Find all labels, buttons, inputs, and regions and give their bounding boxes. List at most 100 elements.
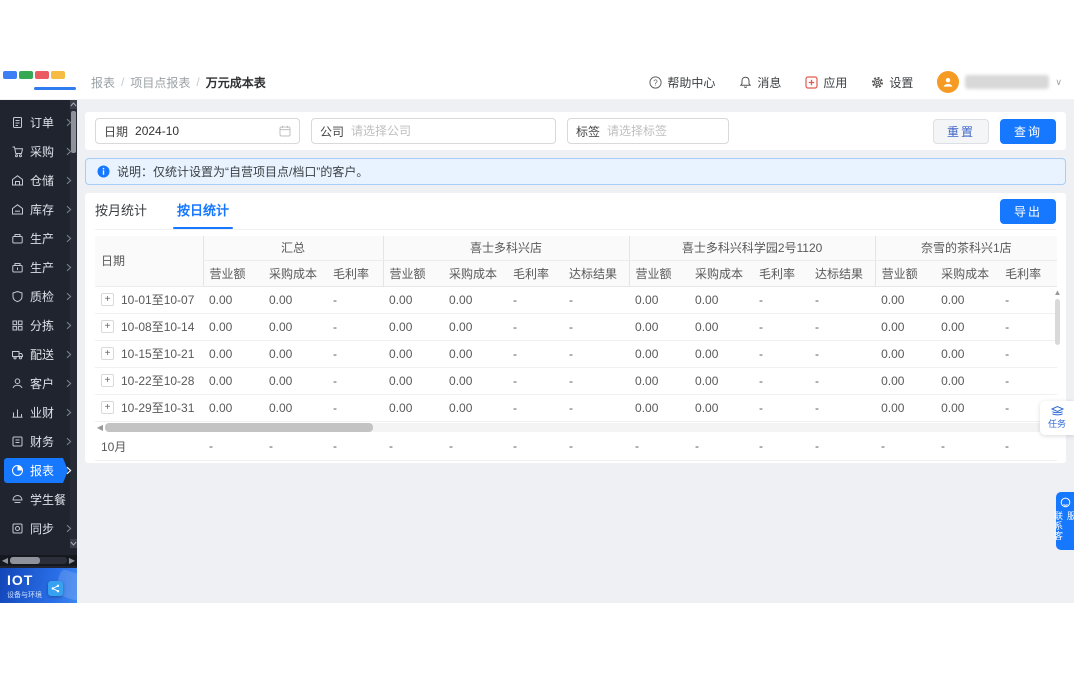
sidebar-item-warehouse[interactable]: 仓储 <box>0 166 77 195</box>
expand-icon[interactable]: + <box>101 293 114 306</box>
cell: - <box>563 367 630 395</box>
messages-button[interactable]: 消息 <box>739 74 781 91</box>
reset-button[interactable]: 重置 <box>932 118 989 144</box>
sidebar-item-customer[interactable]: 客户 <box>0 369 77 398</box>
breadcrumb-item[interactable]: 报表 <box>91 74 115 91</box>
breadcrumb: 报表 / 项目点报表 / 万元成本表 <box>91 74 266 91</box>
scroll-track[interactable] <box>105 422 1046 432</box>
summary-cell: - <box>753 432 809 461</box>
tab-daily[interactable]: 按日统计 <box>173 200 234 229</box>
cell: 0.00 <box>935 313 1000 341</box>
sidebar-item-report[interactable]: 报表 <box>0 456 77 485</box>
scroll-up-icon[interactable]: ▲ <box>1053 288 1062 297</box>
summary-cell: - <box>629 432 689 461</box>
share-icon <box>48 581 63 596</box>
sidebar-item-delivery[interactable]: 配送 <box>0 340 77 369</box>
help-center-button[interactable]: ? 帮助中心 <box>649 74 715 91</box>
sidebar-item-production[interactable]: 生产 <box>0 224 77 253</box>
user-menu[interactable]: ∨ <box>937 71 1062 93</box>
date-picker[interactable]: 日期 <box>95 118 300 144</box>
page-title: 万元成本表 <box>205 75 266 90</box>
date-range: 10-15至10-21 <box>121 347 195 361</box>
sidebar-item-production2[interactable]: 生产 <box>0 253 77 282</box>
cell: 0.00 <box>203 367 263 395</box>
cell: 0.00 <box>203 286 263 314</box>
tag-input[interactable] <box>607 124 720 138</box>
cell: 0.00 <box>935 394 1000 422</box>
tasks-widget[interactable]: 任务 <box>1040 401 1074 435</box>
calendar-icon <box>279 125 291 137</box>
user-name-redacted <box>965 75 1050 89</box>
table-head: 日期 汇总 喜士多科兴店 喜士多科兴科学园2号1120 奈雪的茶科兴1店 营业额 采购成本… <box>95 236 1058 287</box>
sub-header-row: 营业额 采购成本 毛利率 营业额 采购成本 毛利率 达标结果 营业额 采购成本 毛利率 达标结果 营业… <box>95 260 1058 287</box>
sidebar-item-quality[interactable]: 质检 <box>0 282 77 311</box>
column-header: 营业额 <box>382 260 444 287</box>
apps-label: 应用 <box>823 75 848 90</box>
sidebar-item-inventory[interactable]: 库存 <box>0 195 77 224</box>
scroll-thumb[interactable] <box>10 557 40 564</box>
cell: - <box>753 286 810 314</box>
scroll-thumb[interactable] <box>105 422 373 432</box>
bell-icon <box>740 76 752 88</box>
scroll-up-icon[interactable] <box>70 100 77 109</box>
sidebar-horizontal-scrollbar[interactable]: ◀ ▶ <box>0 555 77 566</box>
search-button[interactable]: 查询 <box>999 118 1056 144</box>
table-body: +10-01至10-07 0.00 0.00-0.00 0.00- -0.00 0.00-… <box>95 286 1058 422</box>
expand-icon[interactable]: + <box>101 320 114 333</box>
scroll-thumb[interactable] <box>1055 299 1060 345</box>
column-header: 毛利率 <box>327 260 384 287</box>
tab-monthly[interactable]: 按月统计 <box>95 200 147 229</box>
group-header: 奈雪的茶科兴1店 <box>874 236 1058 261</box>
iot-title: IOT <box>7 572 34 588</box>
scroll-track[interactable] <box>10 557 67 564</box>
expand-icon[interactable]: + <box>101 347 114 360</box>
breadcrumb-separator: / <box>121 75 125 89</box>
iot-banner[interactable]: IOT 设备与环境 <box>0 568 77 603</box>
cell: 0.00 <box>443 367 508 395</box>
scroll-left-icon[interactable]: ◀ <box>95 423 105 432</box>
sidebar-item-purchase[interactable]: 采购 <box>0 137 77 166</box>
expand-icon[interactable]: + <box>101 374 114 387</box>
breadcrumb-item[interactable]: 项目点报表 <box>130 74 190 91</box>
scroll-down-icon[interactable] <box>70 539 77 548</box>
sidebar-item-student-meal[interactable]: 学生餐 <box>0 485 77 514</box>
chevron-right-icon <box>66 176 72 185</box>
expand-icon[interactable]: + <box>101 401 114 414</box>
sidebar-item-sync[interactable]: 同步 <box>0 514 77 543</box>
summary-cell: - <box>327 432 383 461</box>
company-select[interactable]: 公司 <box>311 118 556 144</box>
sidebar-item-label: 业财 <box>30 406 55 420</box>
scroll-left-icon[interactable]: ◀ <box>0 555 10 566</box>
sidebar-item-order[interactable]: 订单 <box>0 108 77 137</box>
cell: - <box>999 340 1058 368</box>
help-center-label: 帮助中心 <box>667 75 716 90</box>
sidebar-item-sorting[interactable]: 分拣 <box>0 311 77 340</box>
chevron-right-icon <box>66 350 72 359</box>
chevron-down-icon: ∨ <box>1055 76 1062 87</box>
notice-text: 说明：仅统计设置为“自营项目点/档口”的客户。 <box>117 165 369 179</box>
contact-service-label: 联系客服 <box>1053 510 1074 541</box>
cell: 0.00 <box>443 313 508 341</box>
sidebar-item-business-finance[interactable]: 业财 <box>0 398 77 427</box>
settings-label: 设置 <box>889 75 914 90</box>
cell: - <box>507 394 564 422</box>
table-row: +10-15至10-21 0.00 0.00-0.00 0.00- -0.00 0.00-… <box>95 340 1058 368</box>
sidebar-item-finance[interactable]: 财务 <box>0 427 77 456</box>
contact-service-widget[interactable]: 联系客服 <box>1053 492 1074 550</box>
page: 报表 / 项目点报表 / 万元成本表 ? 帮助中心 消息 应用 设置 ∨ 订单 … <box>0 0 1074 674</box>
company-input[interactable] <box>351 124 547 138</box>
column-header: 达标结果 <box>809 260 876 287</box>
table-horizontal-scrollbar[interactable]: ◀ ▶ <box>95 421 1056 433</box>
export-button[interactable]: 导出 <box>999 199 1056 224</box>
settings-button[interactable]: 设置 <box>871 74 913 91</box>
column-header: 达标结果 <box>563 260 630 287</box>
cell: 0.00 <box>263 286 327 314</box>
cell: - <box>753 313 810 341</box>
date-input[interactable] <box>135 124 272 138</box>
tag-select[interactable]: 标签 <box>567 118 729 144</box>
cell: 0.00 <box>263 367 327 395</box>
sidebar-item-label: 同步 <box>30 522 55 536</box>
apps-button[interactable]: 应用 <box>805 74 847 91</box>
logo-bar-yellow <box>51 70 65 79</box>
scroll-right-icon[interactable]: ▶ <box>67 555 77 566</box>
